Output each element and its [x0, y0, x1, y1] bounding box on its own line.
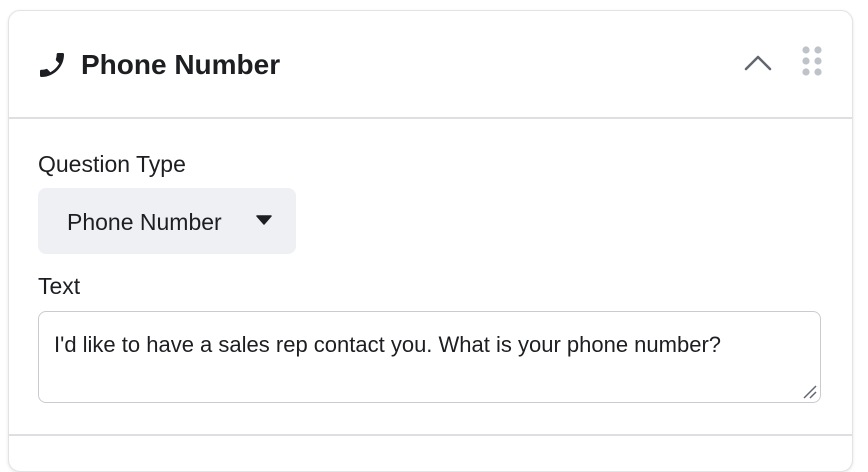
- question-text-value: I'd like to have a sales rep contact you…: [54, 332, 722, 357]
- question-type-select[interactable]: Phone Number: [38, 188, 296, 254]
- text-label: Text: [38, 273, 81, 299]
- collapse-button[interactable]: [736, 41, 780, 85]
- chevron-up-icon: [744, 55, 772, 71]
- phone-icon: [40, 53, 64, 77]
- card-title: Phone Number: [81, 49, 281, 80]
- section-divider: [9, 434, 852, 436]
- question-type-label: Question Type: [38, 151, 186, 177]
- question-type-value: Phone Number: [67, 209, 222, 235]
- drag-handle-icon[interactable]: [797, 43, 827, 83]
- caret-down-icon: [256, 215, 272, 225]
- phone-question-card: Phone Number Question Type Phone Number …: [8, 10, 853, 472]
- card-header: Phone Number: [9, 11, 852, 119]
- question-text-input[interactable]: I'd like to have a sales rep contact you…: [38, 311, 821, 403]
- resize-handle-icon[interactable]: [800, 382, 818, 400]
